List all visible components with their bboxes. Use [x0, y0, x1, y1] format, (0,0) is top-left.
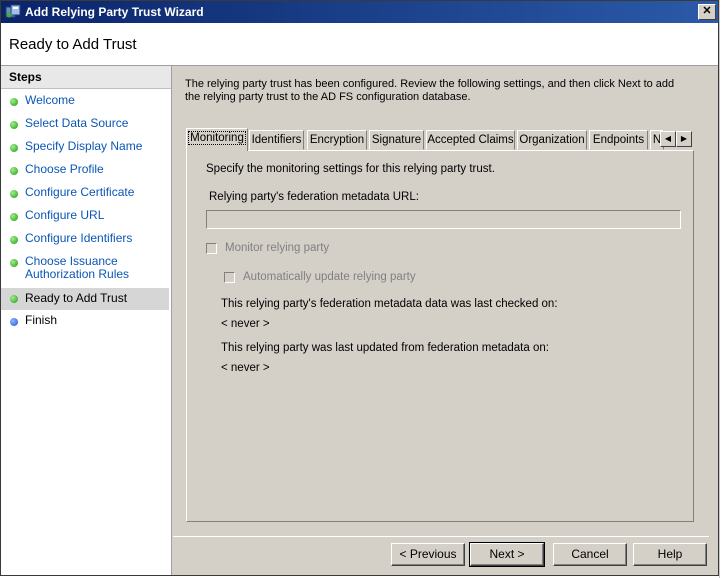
tab-scroll-right-button[interactable]: ▶ — [676, 131, 692, 147]
step-finish: Finish — [1, 314, 169, 330]
page-header: Ready to Add Trust — [1, 23, 718, 66]
steps-heading: Steps — [9, 70, 42, 84]
steps-pane: Steps Welcome Select Data Source Specify… — [1, 66, 172, 575]
wizard-button-bar: < Previous Next > Cancel Help — [173, 536, 709, 575]
tab-organization[interactable]: Organization — [517, 130, 587, 150]
step-label: Choose Profile — [25, 162, 104, 176]
help-button[interactable]: Help — [633, 543, 707, 566]
wizard-window: Add Relying Party Trust Wizard ✕ Ready t… — [0, 0, 719, 576]
step-label: Configure URL — [25, 208, 105, 222]
step-label: Welcome — [25, 93, 75, 107]
title-bar[interactable]: Add Relying Party Trust Wizard ✕ — [1, 1, 718, 23]
step-label: Configure Certificate — [25, 185, 135, 199]
window-title: Add Relying Party Trust Wizard — [25, 5, 204, 19]
page-title: Ready to Add Trust — [9, 36, 137, 53]
step-complete-icon — [10, 121, 18, 129]
step-configure-url[interactable]: Configure URL — [1, 209, 169, 225]
tab-monitoring[interactable]: Monitoring — [186, 128, 248, 151]
step-welcome[interactable]: Welcome — [1, 94, 169, 110]
step-select-data-source[interactable]: Select Data Source — [1, 117, 169, 133]
last-checked-value: < never > — [221, 318, 270, 330]
step-choose-profile[interactable]: Choose Profile — [1, 163, 169, 179]
background-strip — [719, 0, 725, 578]
monitoring-panel: Specify the monitoring settings for this… — [186, 150, 694, 522]
previous-button[interactable]: < Previous — [391, 543, 465, 566]
step-complete-icon — [10, 236, 18, 244]
step-label: Ready to Add Trust — [25, 291, 128, 305]
last-updated-label: This relying party was last updated from… — [221, 342, 549, 354]
auto-update-label: Automatically update relying party — [243, 271, 416, 283]
step-configure-certificate[interactable]: Configure Certificate — [1, 186, 169, 202]
step-label: Choose Issuance Authorization Rules — [25, 254, 130, 281]
tab-endpoints[interactable]: Endpoints — [589, 130, 648, 150]
step-configure-identifiers[interactable]: Configure Identifiers — [1, 232, 169, 248]
step-pending-icon — [10, 318, 18, 326]
step-complete-icon — [10, 259, 18, 267]
monitor-relying-party-label: Monitor relying party — [225, 242, 330, 254]
cancel-button[interactable]: Cancel — [553, 543, 627, 566]
step-ready-to-add-trust[interactable]: Ready to Add Trust — [1, 288, 169, 310]
step-complete-icon — [10, 167, 18, 175]
tab-identifiers[interactable]: Identifiers — [249, 130, 304, 150]
step-choose-issuance-authorization-rules[interactable]: Choose Issuance Authorization Rules — [1, 255, 169, 285]
tab-label: Monitoring — [188, 131, 246, 145]
close-button[interactable]: ✕ — [698, 4, 716, 20]
step-complete-icon — [10, 213, 18, 221]
steps-heading-bar: Steps — [1, 66, 171, 89]
app-icon — [5, 4, 21, 18]
metadata-url-label: Relying party's federation metadata URL: — [209, 191, 419, 203]
step-complete-icon — [10, 190, 18, 198]
monitor-relying-party-checkbox[interactable] — [206, 243, 217, 254]
step-complete-icon — [10, 295, 18, 303]
last-checked-label: This relying party's federation metadata… — [221, 298, 558, 310]
tab-signature[interactable]: Signature — [369, 130, 424, 150]
description-text: The relying party trust has been configu… — [185, 78, 675, 103]
step-label: Select Data Source — [25, 116, 129, 130]
settings-tab-strip: Monitoring Identifiers Encryption Signat… — [186, 128, 696, 151]
tab-encryption[interactable]: Encryption — [307, 130, 367, 150]
step-label: Specify Display Name — [25, 139, 143, 153]
metadata-url-field[interactable] — [206, 210, 681, 229]
last-updated-value: < never > — [221, 362, 270, 374]
step-specify-display-name[interactable]: Specify Display Name — [1, 140, 169, 156]
step-complete-icon — [10, 144, 18, 152]
step-label: Finish — [25, 313, 58, 327]
auto-update-checkbox[interactable] — [224, 272, 235, 283]
tab-scroll-left-button[interactable]: ◀ — [660, 131, 676, 147]
content-area: The relying party trust has been configu… — [173, 66, 699, 534]
next-button[interactable]: Next > — [469, 542, 545, 567]
tab-accepted-claims[interactable]: Accepted Claims — [426, 130, 515, 150]
monitoring-intro: Specify the monitoring settings for this… — [206, 163, 495, 175]
step-label: Configure Identifiers — [25, 231, 133, 245]
step-complete-icon — [10, 98, 18, 106]
